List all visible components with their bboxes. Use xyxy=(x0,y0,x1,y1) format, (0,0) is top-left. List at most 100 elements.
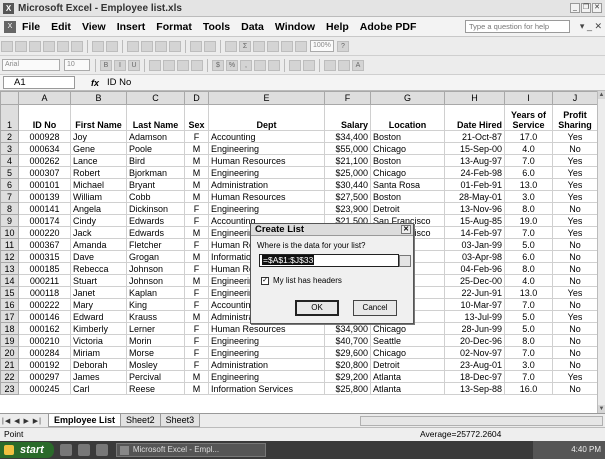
data-cell[interactable]: 000118 xyxy=(18,286,71,299)
data-cell[interactable]: Engineering xyxy=(208,202,325,215)
data-cell[interactable]: F xyxy=(184,214,209,227)
row-header[interactable]: 14 xyxy=(0,274,19,287)
data-cell[interactable]: Administration xyxy=(208,358,325,371)
data-cell[interactable]: Yes xyxy=(552,154,597,167)
data-cell[interactable]: Seattle xyxy=(370,334,445,347)
column-header[interactable]: C xyxy=(126,91,185,105)
data-cell[interactable]: 13-Jul-99 xyxy=(444,310,505,323)
align-left-icon[interactable] xyxy=(149,59,161,71)
row-header[interactable]: 19 xyxy=(0,334,19,347)
data-cell[interactable]: 13.0 xyxy=(504,286,553,299)
data-cell[interactable]: No xyxy=(552,262,597,275)
data-cell[interactable]: $34,900 xyxy=(324,322,371,335)
data-cell[interactable]: Human Resources xyxy=(208,154,325,167)
data-cell[interactable]: 19.0 xyxy=(504,214,553,227)
data-cell[interactable]: Edward xyxy=(70,310,127,323)
data-cell[interactable]: 13.0 xyxy=(504,178,553,191)
data-cell[interactable]: 000245 xyxy=(18,382,71,395)
data-cell[interactable]: 28-May-01 xyxy=(444,190,505,203)
data-cell[interactable]: 7.0 xyxy=(504,370,553,383)
column-header[interactable]: B xyxy=(70,91,127,105)
undo-icon[interactable] xyxy=(190,40,202,52)
data-cell[interactable]: 15-Aug-85 xyxy=(444,214,505,227)
data-cell[interactable]: 16.0 xyxy=(504,382,553,395)
data-cell[interactable]: James xyxy=(70,370,127,383)
data-cell[interactable]: 17.0 xyxy=(504,130,553,143)
data-cell[interactable]: M xyxy=(184,382,209,395)
data-cell[interactable]: 01-Feb-91 xyxy=(444,178,505,191)
align-center-icon[interactable] xyxy=(163,59,175,71)
data-cell[interactable]: Engineering xyxy=(208,334,325,347)
data-cell[interactable]: Janet xyxy=(70,286,127,299)
data-cell[interactable]: Kimberly xyxy=(70,322,127,335)
close-icon[interactable]: ✕ xyxy=(592,3,602,13)
merge-center-icon[interactable] xyxy=(191,59,203,71)
data-cell[interactable]: Gene xyxy=(70,142,127,155)
data-cell[interactable]: $20,800 xyxy=(324,358,371,371)
align-right-icon[interactable] xyxy=(177,59,189,71)
data-cell[interactable]: Dave xyxy=(70,250,127,263)
header-cell[interactable]: Dept xyxy=(208,104,325,131)
menu-window[interactable]: Window xyxy=(275,21,315,33)
data-cell[interactable]: Stuart xyxy=(70,274,127,287)
data-cell[interactable]: Krauss xyxy=(126,310,185,323)
column-header[interactable]: F xyxy=(324,91,371,105)
data-cell[interactable]: M xyxy=(184,310,209,323)
underline-icon[interactable]: U xyxy=(128,59,140,71)
data-cell[interactable]: 21-Oct-87 xyxy=(444,130,505,143)
data-cell[interactable]: Morin xyxy=(126,334,185,347)
data-cell[interactable]: Morse xyxy=(126,346,185,359)
data-cell[interactable]: Yes xyxy=(552,370,597,383)
data-cell[interactable]: M xyxy=(184,142,209,155)
data-cell[interactable]: No xyxy=(552,250,597,263)
menu-format[interactable]: Format xyxy=(156,21,192,33)
spelling-icon[interactable] xyxy=(92,40,104,52)
data-cell[interactable]: M xyxy=(184,154,209,167)
data-cell[interactable]: 000101 xyxy=(18,178,71,191)
cut-icon[interactable] xyxy=(127,40,139,52)
data-cell[interactable]: 000210 xyxy=(18,334,71,347)
taskbar-excel-item[interactable]: Microsoft Excel - Empl... xyxy=(115,443,266,457)
data-cell[interactable]: 28-Jun-99 xyxy=(444,322,505,335)
data-cell[interactable]: F xyxy=(184,322,209,335)
data-cell[interactable]: F xyxy=(184,346,209,359)
data-cell[interactable]: 000928 xyxy=(18,130,71,143)
data-cell[interactable]: William xyxy=(70,190,127,203)
data-cell[interactable]: 03-Jan-99 xyxy=(444,238,505,251)
drawing-icon[interactable] xyxy=(295,40,307,52)
data-cell[interactable]: $27,500 xyxy=(324,190,371,203)
data-cell[interactable]: 4.0 xyxy=(504,274,553,287)
row-header[interactable]: 15 xyxy=(0,286,19,299)
function-icon[interactable]: fx xyxy=(91,78,105,88)
row-header[interactable]: 22 xyxy=(0,370,19,383)
format-painter-icon[interactable] xyxy=(169,40,181,52)
menu-edit[interactable]: Edit xyxy=(51,21,71,33)
data-cell[interactable]: 7.0 xyxy=(504,298,553,311)
column-header[interactable]: I xyxy=(504,91,553,105)
dialog-close-icon[interactable]: ✕ xyxy=(401,225,411,234)
formula-input[interactable]: ID No xyxy=(107,77,131,88)
redo-icon[interactable] xyxy=(204,40,216,52)
menu-adobe-pdf[interactable]: Adobe PDF xyxy=(360,21,417,33)
chart-wizard-icon[interactable] xyxy=(281,40,293,52)
autosum-icon[interactable]: Σ xyxy=(239,40,251,52)
data-cell[interactable]: Santa Rosa xyxy=(370,178,445,191)
data-cell[interactable]: 7.0 xyxy=(504,154,553,167)
data-cell[interactable]: Cobb xyxy=(126,190,185,203)
data-cell[interactable]: F xyxy=(184,202,209,215)
data-cell[interactable]: 5.0 xyxy=(504,238,553,251)
data-cell[interactable]: Engineering xyxy=(208,142,325,155)
data-cell[interactable]: No xyxy=(552,142,597,155)
data-cell[interactable]: Bjorkman xyxy=(126,166,185,179)
data-cell[interactable]: $25,000 xyxy=(324,166,371,179)
data-cell[interactable]: $21,100 xyxy=(324,154,371,167)
data-cell[interactable]: F xyxy=(184,130,209,143)
data-cell[interactable]: 4.0 xyxy=(504,142,553,155)
restore-icon[interactable]: ❐ xyxy=(581,3,591,13)
data-cell[interactable]: 000162 xyxy=(18,322,71,335)
tab-sheet3[interactable]: Sheet3 xyxy=(159,414,201,427)
data-cell[interactable]: $40,700 xyxy=(324,334,371,347)
data-cell[interactable]: 000211 xyxy=(18,274,71,287)
permission-icon[interactable] xyxy=(43,40,55,52)
data-cell[interactable]: Poole xyxy=(126,142,185,155)
